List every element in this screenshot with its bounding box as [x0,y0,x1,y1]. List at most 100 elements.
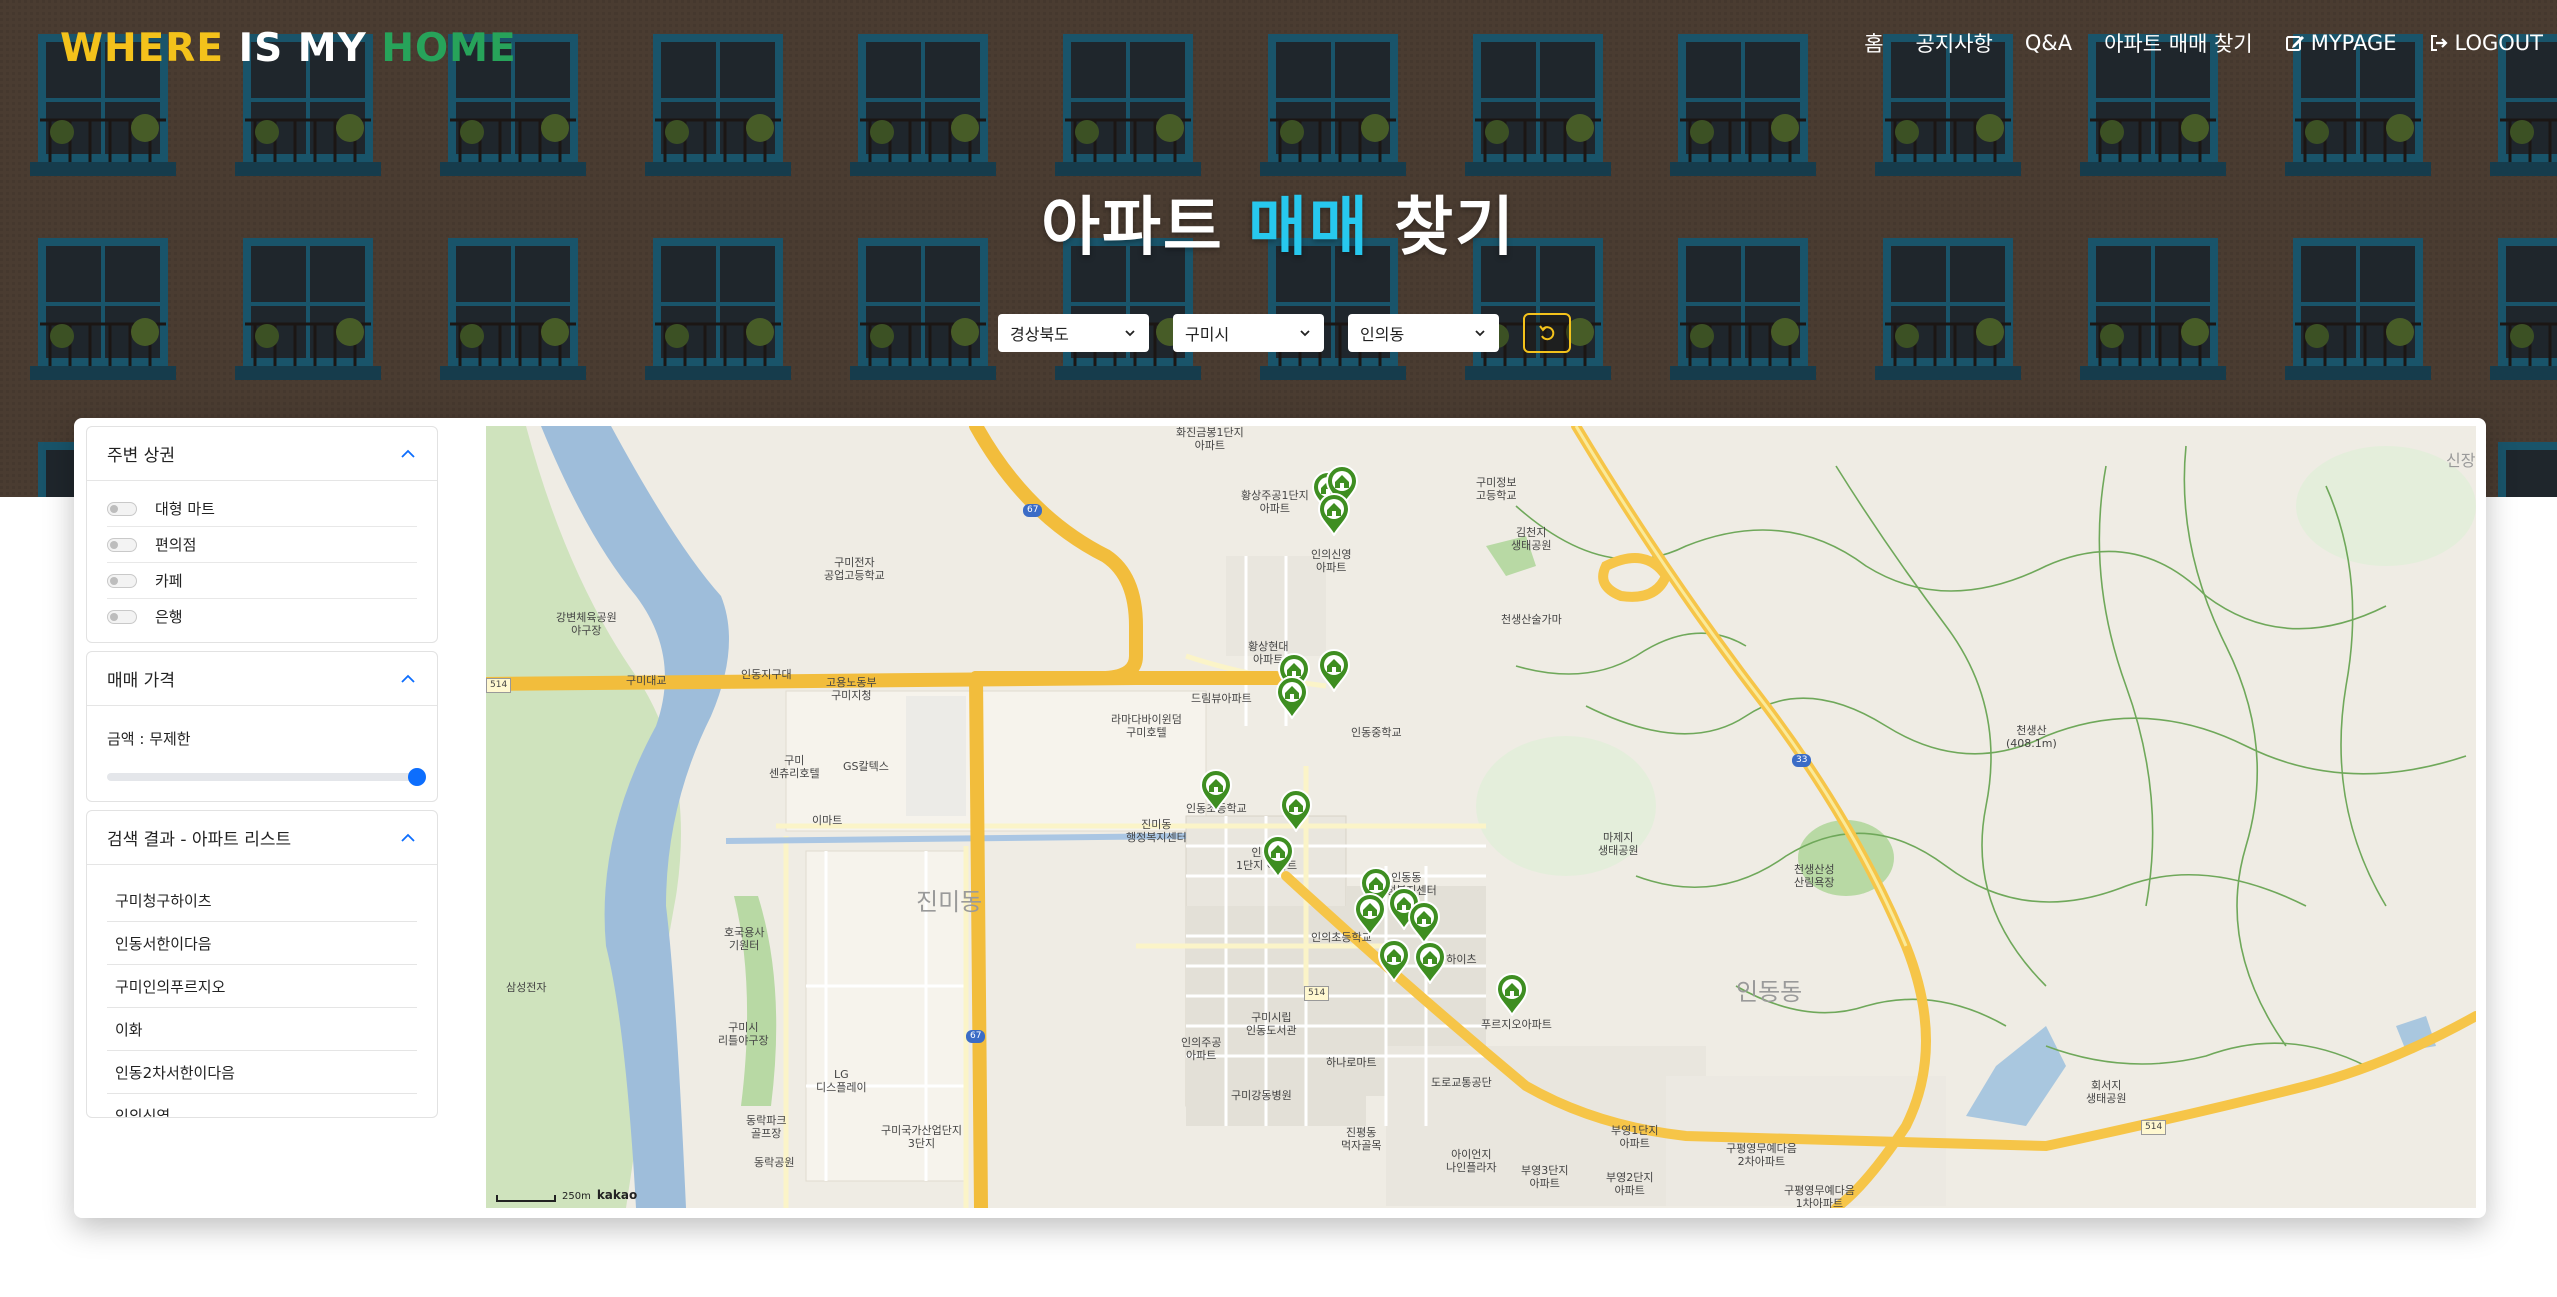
price-slider[interactable] [107,768,426,786]
amenity-convenience-row: 편의점 [107,527,417,563]
gugun-select-value: 구미시 [1185,325,1230,344]
map-label: 부영3단지 아파트 [1521,1164,1569,1190]
nav-logout[interactable]: LOGOUT [2429,31,2543,55]
map-base [486,426,2476,1208]
results-title: 검색 결과 - 아파트 리스트 [107,830,292,850]
sido-select[interactable]: 경상북도 [998,314,1149,352]
apartment-marker-icon[interactable] [1316,492,1352,536]
apartment-list: 구미청구하이츠 인동서한이다음 구미인의푸르지오 이화 인동2차서한이다음 인의… [87,865,437,1117]
map-label: LG 디스플레이 [816,1068,867,1094]
logo-word-is-my: IS MY [238,26,367,71]
page-title: 아파트 매매 찾기 [0,176,2557,268]
map-scale: 250m kakao [496,1188,637,1202]
nav-logout-label: LOGOUT [2454,31,2543,55]
road-shield: 33 [1792,754,1812,767]
map-label: 구미 센츄리호텔 [769,754,820,780]
map-label: 구평영무예다음 1차아파트 [1784,1184,1855,1208]
logo-word-home: HOME [381,26,517,71]
amenities-title: 주변 상권 [107,446,175,466]
apartment-marker-icon[interactable] [1260,834,1296,878]
road-shield: 67 [966,1030,986,1043]
map-label: 김천지 생태공원 [1511,526,1552,552]
gugun-select[interactable]: 구미시 [1173,314,1324,352]
amenity-label: 편의점 [155,536,197,554]
mart-toggle[interactable] [107,501,137,516]
map-label: 구평영무예다음 2차아파트 [1726,1142,1797,1168]
amenities-header[interactable]: 주변 상권 [87,427,437,481]
dong-select[interactable]: 인의동 [1348,314,1499,352]
price-slider-thumb[interactable] [408,768,426,786]
nav-home[interactable]: 홈 [1864,28,1883,58]
apartment-marker-icon[interactable] [1412,940,1448,984]
map-label: 아이언지 나인플라자 [1446,1148,1497,1174]
results-header[interactable]: 검색 결과 - 아파트 리스트 [87,811,437,865]
map-label: 삼성전자 [506,981,547,994]
apartment-marker-icon[interactable] [1274,675,1310,719]
sido-select-value: 경상북도 [1010,325,1069,344]
road-shield: 514 [1304,986,1330,1001]
map-district-label: 인동동 [1736,978,1803,1006]
apartment-marker-icon[interactable] [1198,768,1234,812]
map-corner-label: 신장 [2446,451,2476,470]
map-label: 회서지 생태공원 [2086,1079,2127,1105]
list-item[interactable]: 이화 [107,1008,417,1051]
map-label: 구미시립 인동도서관 [1246,1011,1297,1037]
map-label: 동락공원 [754,1156,795,1169]
map-label: 천생산성 산림욕장 [1794,863,1835,889]
kakao-logo[interactable]: kakao [597,1188,637,1202]
map-label: 인의주공 아파트 [1181,1036,1222,1062]
cafe-toggle[interactable] [107,573,137,588]
kakao-map[interactable]: 화진금봉1단지 아파트 구미전자 공업고등학교 구미정보 고등학교 강변체육공원… [486,426,2476,1208]
dong-select-value: 인의동 [1360,325,1405,344]
apartment-marker-icon[interactable] [1316,648,1352,692]
map-label: 드림뷰아파트 [1191,692,1252,705]
refresh-icon [1539,325,1555,341]
map-label: 천생산 (408.1m) [2006,724,2057,750]
convenience-toggle[interactable] [107,537,137,552]
amenity-cafe-row: 카페 [107,563,417,599]
list-item[interactable]: 인동2차서한이다음 [107,1051,417,1094]
map-label: 고용노동부 구미지청 [826,676,877,702]
bank-toggle[interactable] [107,609,137,624]
nav-notice[interactable]: 공지사항 [1916,28,1993,58]
map-label: 진평동 먹자골목 [1341,1126,1382,1152]
nav-mypage-label: MYPAGE [2310,31,2397,55]
map-label: 하나로마트 [1326,1056,1377,1069]
map-label: 인동중학교 [1351,726,1402,739]
reset-button[interactable] [1523,313,1571,353]
price-header[interactable]: 매매 가격 [87,652,437,706]
amenity-label: 대형 마트 [155,500,215,518]
amenity-label: 은행 [155,608,183,626]
apartment-marker-icon[interactable] [1376,938,1412,982]
title-part-3: 찾기 [1394,191,1516,265]
amenities-body: 대형 마트 편의점 카페 은행 [87,481,437,642]
title-accent: 매매 [1248,191,1370,265]
site-logo[interactable]: WHERE IS MY HOME [60,26,517,71]
map-label: 구미대교 [626,674,667,687]
map-district-label: 진미동 [916,888,983,916]
amenity-label: 카페 [155,572,183,590]
map-label: GS칼텍스 [843,760,889,773]
price-body: 금액 : 무제한 [87,706,437,801]
map-label: 도로교통공단 [1431,1076,1492,1089]
nav-qna[interactable]: Q&A [2025,31,2072,55]
chevron-down-icon [1125,330,1135,337]
map-label: 화진금봉1단지 아파트 [1176,426,1244,452]
chevron-up-icon [401,833,415,842]
nav-mypage[interactable]: MYPAGE [2285,31,2397,55]
list-item[interactable]: 구미청구하이츠 [107,879,417,922]
map-label: 호국용사 기원터 [724,926,765,952]
top-nav: 홈 공지사항 Q&A 아파트 매매 찾기 MYPAGE LOGOUT [1864,28,2543,58]
road-shield: 67 [1023,504,1043,517]
nav-apt-deal[interactable]: 아파트 매매 찾기 [2104,28,2253,58]
apartment-marker-icon[interactable] [1494,972,1530,1016]
price-label: 금액 : 무제한 [107,730,191,748]
apartment-marker-icon[interactable] [1278,788,1314,832]
list-item[interactable]: 인동서한이다음 [107,922,417,965]
list-item[interactable]: 구미인의푸르지오 [107,965,417,1008]
chevron-down-icon [1300,330,1310,337]
map-label: 구미국가산업단지 3단지 [881,1124,962,1150]
apartment-marker-icon[interactable] [1352,892,1388,936]
main-card: 주변 상권 대형 마트 편의점 카페 은행 매매 가격 금액 : 무제한 검색 … [74,418,2486,1218]
list-item[interactable]: 인의신영 [107,1094,417,1118]
